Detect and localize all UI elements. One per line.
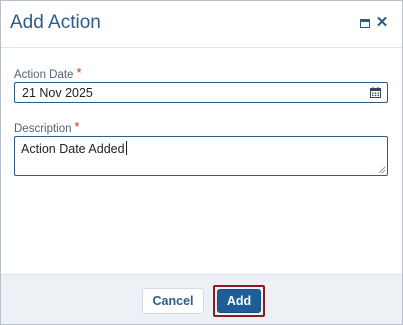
close-button[interactable]: ✕ (375, 14, 389, 31)
add-action-dialog: Add Action ✕ Action Date * 21 Nov 2025 De… (0, 0, 403, 325)
maximize-button[interactable] (358, 16, 372, 30)
description-label-text: Description (14, 123, 72, 135)
description-label: Description * (14, 119, 80, 135)
resize-grip-icon[interactable] (378, 166, 385, 173)
dialog-footer: Cancel Add (1, 274, 402, 324)
dialog-title: Add Action (10, 12, 101, 33)
dialog-header: Add Action ✕ (1, 1, 402, 48)
text-caret (125, 141, 127, 155)
required-marker: * (76, 65, 82, 80)
action-date-label: Action Date * (14, 65, 82, 81)
description-textarea[interactable]: Action Date Added (14, 136, 388, 176)
close-icon: ✕ (375, 14, 389, 31)
add-button[interactable]: Add (217, 289, 261, 313)
action-date-value: 21 Nov 2025 (22, 86, 93, 100)
required-marker: * (74, 119, 80, 134)
calendar-icon[interactable] (370, 87, 381, 98)
action-date-label-text: Action Date (14, 69, 74, 81)
maximize-icon (360, 18, 370, 28)
action-date-field[interactable]: 21 Nov 2025 (14, 82, 388, 103)
description-value: Action Date Added (21, 141, 127, 156)
cancel-button[interactable]: Cancel (142, 288, 204, 314)
